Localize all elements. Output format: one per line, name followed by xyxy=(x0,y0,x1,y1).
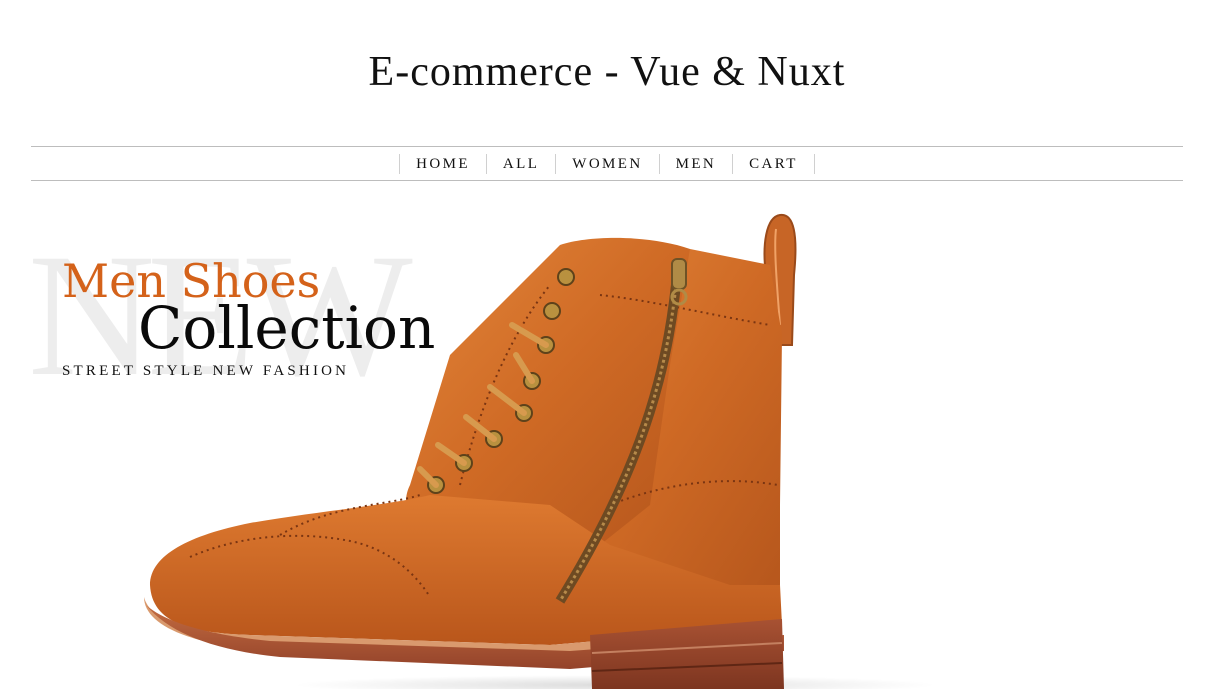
site-header: E-commerce - Vue & Nuxt xyxy=(0,0,1214,146)
main-nav: HOME ALL WOMEN MEN CART xyxy=(31,146,1183,181)
nav-item-all[interactable]: ALL xyxy=(487,153,557,174)
nav-item-women[interactable]: WOMEN xyxy=(556,153,660,174)
hero-tagline: STREET STYLE NEW FASHION xyxy=(62,363,350,379)
hero-banner: NEW Men Shoes Collection STREET STYLE NE… xyxy=(0,181,1214,689)
hero-title: Collection xyxy=(138,294,436,362)
nav-item-cart[interactable]: CART xyxy=(733,153,815,174)
nav-item-men[interactable]: MEN xyxy=(660,153,734,174)
nav-list: HOME ALL WOMEN MEN CART xyxy=(399,153,815,174)
nav-item-home[interactable]: HOME xyxy=(400,153,487,174)
site-title[interactable]: E-commerce - Vue & Nuxt xyxy=(0,46,1214,98)
